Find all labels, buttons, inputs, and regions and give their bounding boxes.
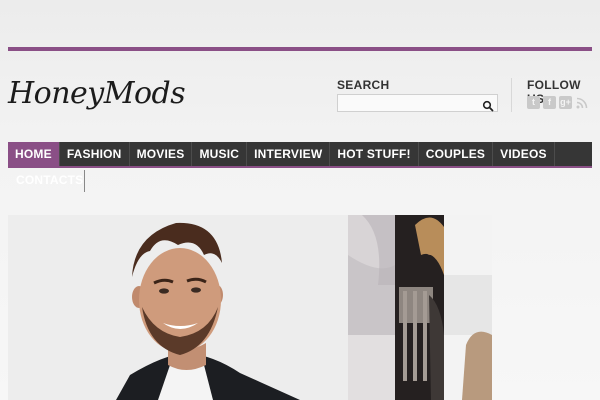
search-input[interactable] [338,99,478,115]
thumbnail-image [395,215,444,400]
thumbnail-image [348,215,395,400]
nav-item-fashion[interactable]: FASHION [60,142,130,166]
header-divider [511,78,512,112]
nav-item-contacts[interactable]: CONTACTS [16,173,83,187]
main-navigation: HOME FASHION MOVIES MUSIC INTERVIEW HOT … [8,142,592,168]
featured-hero-image[interactable] [8,215,348,400]
site-logo[interactable]: HoneyMods [8,76,186,111]
nav-item-interview[interactable]: INTERVIEW [247,142,331,166]
nav-overflow-row: CONTACTS [8,170,85,192]
top-accent-rule [8,47,592,51]
nav-item-couples[interactable]: COUPLES [419,142,494,166]
search-icon[interactable] [482,97,494,112]
search-heading: SEARCH [337,78,390,92]
google-plus-icon[interactable]: g+ [559,96,572,109]
nav-item-music[interactable]: MUSIC [192,142,248,166]
nav-item-hot-stuff[interactable]: HOT STUFF! [330,142,419,166]
gallery-thumbnail[interactable] [395,215,444,400]
nav-item-videos[interactable]: VIDEOS [493,142,555,166]
twitter-icon[interactable]: t [527,96,540,109]
facebook-icon[interactable]: f [543,96,556,109]
gallery-thumbnail[interactable] [444,215,492,400]
thumbnail-image [444,215,492,400]
hero-portrait [8,215,348,400]
nav-item-home[interactable]: HOME [8,142,60,166]
gallery-thumbnail[interactable] [348,215,395,400]
social-icons: t f g+ [527,96,588,109]
search-box [337,94,498,115]
nav-item-movies[interactable]: MOVIES [130,142,193,166]
rss-icon[interactable] [575,96,588,109]
